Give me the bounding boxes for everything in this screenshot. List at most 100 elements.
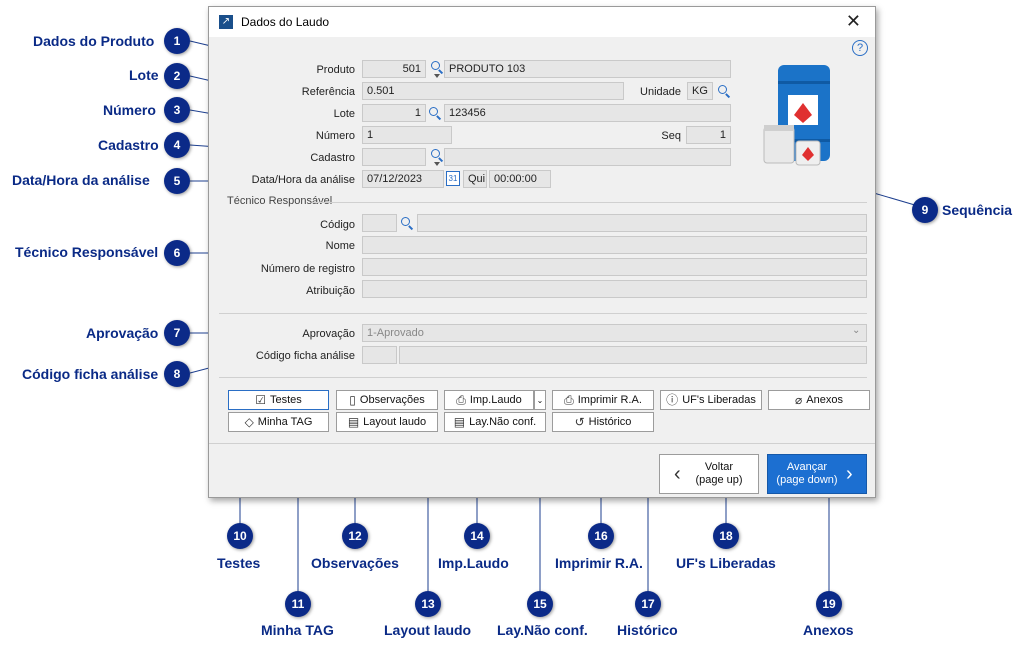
nome-label: Nome bbox=[325, 240, 355, 252]
dados-do-laudo-dialog: ↗ Dados do Laudo ✕ ? Produto 501 PRODUTO… bbox=[208, 6, 876, 498]
document-icon: ▯ bbox=[349, 393, 356, 407]
atribuicao-field[interactable] bbox=[362, 280, 867, 298]
calendar-icon[interactable]: 31 bbox=[446, 171, 460, 186]
callout-label: Observações bbox=[311, 555, 399, 571]
produto-name-field[interactable]: PRODUTO 103 bbox=[444, 60, 731, 78]
callout-label: Data/Hora da análise bbox=[12, 172, 150, 188]
paperclip-icon: ⌀ bbox=[795, 393, 803, 407]
callout-badge: 17 bbox=[635, 591, 661, 617]
search-icon[interactable] bbox=[430, 60, 444, 74]
callout-label: Técnico Responsável bbox=[15, 244, 159, 260]
history-icon: ↺ bbox=[574, 415, 585, 429]
dropdown-arrow-icon[interactable] bbox=[434, 162, 440, 166]
referencia-field[interactable]: 0.501 bbox=[362, 82, 624, 100]
test-tube-icon: ☑ bbox=[255, 393, 266, 407]
callout-label: Minha TAG bbox=[261, 622, 334, 638]
divider bbox=[219, 377, 867, 378]
registro-label: Número de registro bbox=[260, 263, 355, 275]
callout-label: Histórico bbox=[617, 622, 678, 638]
search-icon[interactable] bbox=[428, 106, 442, 120]
help-icon[interactable]: ? bbox=[852, 40, 868, 56]
lay-nao-conf-button[interactable]: ▤ Lay.Não conf. bbox=[444, 412, 546, 432]
callout-badge: 10 bbox=[227, 523, 253, 549]
imprimir-ra-button[interactable]: ⎙ Imprimir R.A. bbox=[552, 390, 654, 410]
codigo-ficha-label: Código ficha análise bbox=[255, 350, 355, 362]
layout-laudo-button[interactable]: ▤ Layout laudo bbox=[336, 412, 438, 432]
aprovacao-select[interactable]: 1-Aprovado bbox=[362, 324, 867, 342]
hora-field[interactable]: 00:00:00 bbox=[489, 170, 551, 188]
search-icon[interactable] bbox=[717, 84, 731, 98]
numero-field[interactable]: 1 bbox=[362, 126, 452, 144]
search-icon[interactable] bbox=[400, 216, 414, 230]
lote-name-field[interactable]: 123456 bbox=[444, 104, 731, 122]
dropdown-arrow-icon[interactable] bbox=[434, 74, 440, 78]
callout-label: Dados do Produto bbox=[33, 33, 155, 49]
codigo-ficha-code-field[interactable] bbox=[362, 346, 397, 364]
numero-label: Número bbox=[315, 130, 355, 142]
codigo-name-field[interactable] bbox=[417, 214, 867, 232]
ufs-liberadas-button[interactable]: ⓘ UF's Liberadas bbox=[660, 390, 762, 410]
imp-laudo-dropdown-button[interactable]: ⌄ bbox=[534, 390, 546, 410]
callout-label: Testes bbox=[217, 555, 261, 571]
callout-label: Sequência bbox=[942, 202, 1013, 218]
codigo-ficha-name-field[interactable] bbox=[399, 346, 867, 364]
chevron-right-icon: › bbox=[846, 463, 853, 485]
atribuicao-label: Atribuição bbox=[306, 285, 355, 297]
testes-button[interactable]: ☑ Testes bbox=[228, 390, 329, 410]
minha-tag-button[interactable]: ◇ Minha TAG bbox=[228, 412, 329, 432]
layout-document-icon: ▤ bbox=[347, 415, 360, 429]
imp-laudo-button[interactable]: ⎙ Imp.Laudo bbox=[444, 390, 534, 410]
datahora-label: Data/Hora da análise bbox=[251, 174, 355, 186]
produto-label: Produto bbox=[316, 64, 355, 76]
unidade-field[interactable]: KG bbox=[687, 82, 713, 100]
callout-badge: 15 bbox=[527, 591, 553, 617]
tecnico-section-title: Técnico Responsável bbox=[227, 195, 333, 207]
lote-code-field[interactable]: 1 bbox=[362, 104, 426, 122]
produto-code-field[interactable]: 501 bbox=[362, 60, 426, 78]
callout-label: Lote bbox=[129, 67, 159, 83]
callout-badge: 9 bbox=[912, 197, 938, 223]
info-icon: ⓘ bbox=[666, 393, 679, 407]
callout-badge: 7 bbox=[164, 320, 190, 346]
callout-badge: 12 bbox=[342, 523, 368, 549]
data-field[interactable]: 07/12/2023 bbox=[362, 170, 444, 188]
tag-icon: ◇ bbox=[244, 415, 254, 429]
close-button[interactable]: ✕ bbox=[846, 11, 861, 32]
divider bbox=[209, 443, 875, 444]
search-icon[interactable] bbox=[430, 148, 444, 162]
registro-field[interactable] bbox=[362, 258, 867, 276]
callout-badge: 6 bbox=[164, 240, 190, 266]
cadastro-code-field[interactable] bbox=[362, 148, 426, 166]
chevron-down-icon[interactable]: ⌄ bbox=[852, 325, 860, 336]
seq-field[interactable]: 1 bbox=[686, 126, 731, 144]
callout-label: Aprovação bbox=[86, 325, 159, 341]
callout-label: Anexos bbox=[803, 622, 854, 638]
callout-badge: 14 bbox=[464, 523, 490, 549]
printer-icon: ⎙ bbox=[456, 393, 466, 407]
historico-button[interactable]: ↺ Histórico bbox=[552, 412, 654, 432]
callout-badge: 4 bbox=[164, 132, 190, 158]
callout-badge: 16 bbox=[588, 523, 614, 549]
callout-badge: 1 bbox=[164, 28, 190, 54]
avancar-button[interactable]: Avançar (page down) › bbox=[767, 454, 867, 494]
title-bar: ↗ Dados do Laudo ✕ bbox=[209, 7, 875, 37]
callout-badge: 13 bbox=[415, 591, 441, 617]
layout-document-icon: ▤ bbox=[453, 415, 466, 429]
observacoes-button[interactable]: ▯ Observações bbox=[336, 390, 438, 410]
nome-field[interactable] bbox=[362, 236, 867, 254]
voltar-button[interactable]: ‹ Voltar (page up) bbox=[659, 454, 759, 494]
callout-label: Lay.Não conf. bbox=[497, 622, 588, 638]
referencia-label: Referência bbox=[301, 86, 355, 98]
codigo-label: Código bbox=[320, 219, 355, 231]
cadastro-name-field[interactable] bbox=[444, 148, 731, 166]
callout-badge: 3 bbox=[164, 97, 190, 123]
anexos-button[interactable]: ⌀ Anexos bbox=[768, 390, 870, 410]
chevron-down-icon: ⌄ bbox=[536, 395, 544, 405]
callout-label: Código ficha análise bbox=[22, 366, 159, 382]
callout-label: Cadastro bbox=[98, 137, 159, 153]
aprovacao-label: Aprovação bbox=[302, 328, 355, 340]
callout-badge: 5 bbox=[164, 168, 190, 194]
lote-label: Lote bbox=[333, 108, 355, 120]
codigo-field[interactable] bbox=[362, 214, 397, 232]
unidade-label: Unidade bbox=[640, 86, 681, 98]
